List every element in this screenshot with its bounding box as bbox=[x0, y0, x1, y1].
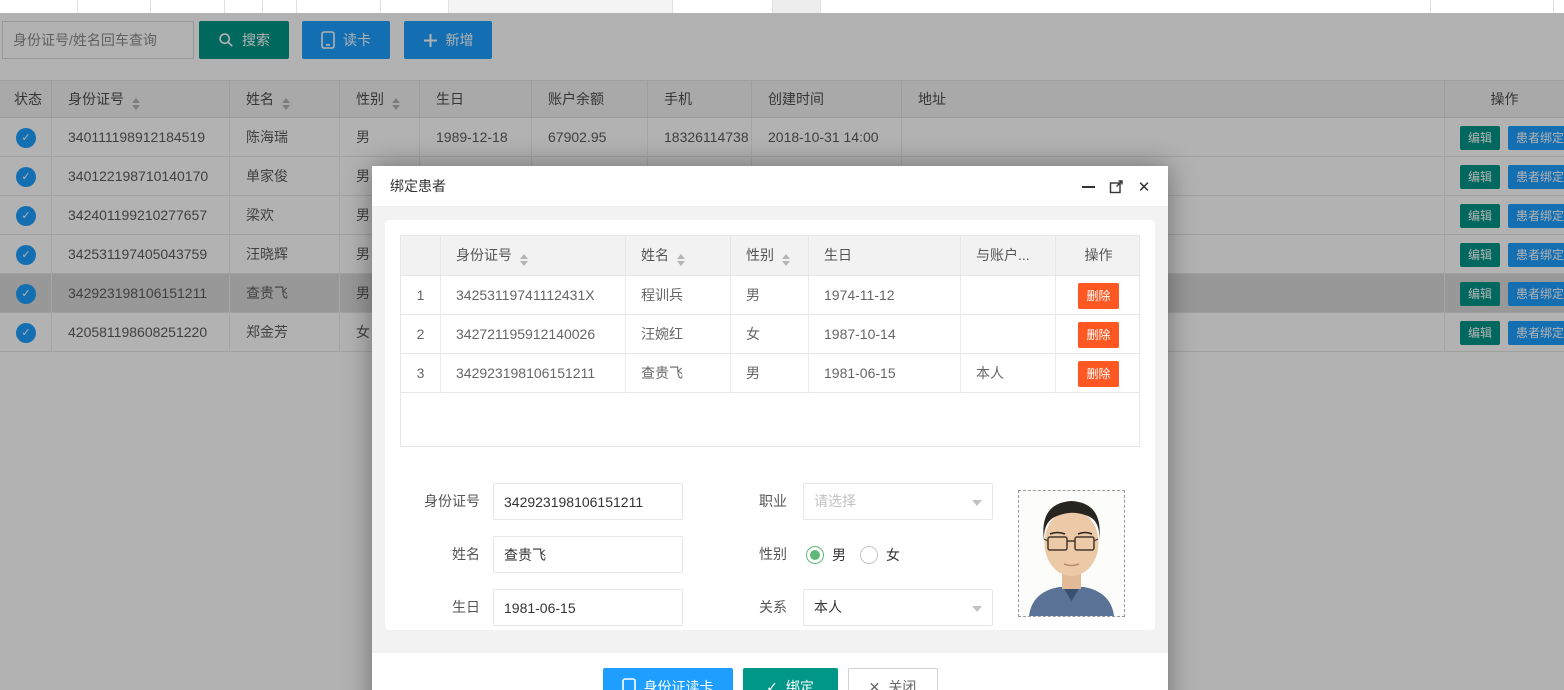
occupation-label: 职业 bbox=[703, 483, 787, 520]
top-tab-strip[interactable] bbox=[0, 0, 1564, 13]
relation-label: 关系 bbox=[703, 589, 787, 626]
occupation-placeholder: 请选择 bbox=[814, 493, 856, 509]
modal-title: 绑定患者 bbox=[390, 166, 446, 207]
cell-index: 3 bbox=[401, 354, 441, 393]
cell-relation: 本人 bbox=[961, 354, 1056, 393]
col-actions: 操作 bbox=[1056, 236, 1141, 276]
cell-gender: 女 bbox=[731, 315, 809, 354]
minimize-icon[interactable] bbox=[1080, 179, 1096, 195]
relation-select[interactable]: 本人 bbox=[803, 589, 993, 626]
close-button[interactable]: ✕ 关闭 bbox=[848, 668, 938, 690]
cell-name: 程训兵 bbox=[626, 276, 731, 315]
name-field[interactable] bbox=[493, 536, 683, 573]
bound-patients-body: 1 34253119741112431X 程训兵 男 1974-11-12 删除… bbox=[401, 276, 1139, 393]
gender-radio-group: 男 女 bbox=[806, 536, 900, 573]
tab-divider bbox=[224, 0, 225, 13]
modal-title-bar[interactable]: 绑定患者 ✕ bbox=[372, 166, 1168, 207]
tab-divider bbox=[772, 0, 773, 13]
close-icon[interactable]: ✕ bbox=[1136, 179, 1152, 195]
cell-name: 查贵飞 bbox=[626, 354, 731, 393]
gender-male-radio[interactable]: 男 bbox=[806, 545, 846, 565]
cell-id-number: 34253119741112431X bbox=[441, 276, 626, 315]
radio-dot-icon bbox=[806, 546, 824, 564]
modal-footer: 身份证读卡 ✓ 绑定 ✕ 关闭 bbox=[372, 653, 1168, 690]
cell-actions: 删除 bbox=[1056, 315, 1141, 354]
delete-button[interactable]: 删除 bbox=[1078, 283, 1118, 309]
cell-relation bbox=[961, 315, 1056, 354]
chevron-down-icon bbox=[972, 606, 982, 612]
cell-relation bbox=[961, 276, 1056, 315]
bind-patient-modal: 绑定患者 ✕ 身份证号 姓名 性别 生日 与账户... 操作 1 342 bbox=[372, 166, 1168, 690]
card-reader-icon bbox=[622, 678, 636, 690]
bound-patients-table: 身份证号 姓名 性别 生日 与账户... 操作 1 34253119741112… bbox=[400, 235, 1140, 447]
sort-icon[interactable] bbox=[677, 254, 685, 266]
sort-icon[interactable] bbox=[782, 254, 790, 266]
cell-index: 1 bbox=[401, 276, 441, 315]
radio-dot-icon bbox=[860, 546, 878, 564]
cell-gender: 男 bbox=[731, 276, 809, 315]
name-label: 姓名 bbox=[385, 536, 480, 573]
gender-female-radio[interactable]: 女 bbox=[860, 545, 900, 565]
patient-photo bbox=[1018, 490, 1125, 617]
cell-id-number: 342923198106151211 bbox=[441, 354, 626, 393]
cell-index: 2 bbox=[401, 315, 441, 354]
delete-button[interactable]: 删除 bbox=[1078, 322, 1118, 348]
check-icon: ✓ bbox=[766, 679, 778, 690]
tab-divider bbox=[820, 0, 821, 13]
gender-label: 性别 bbox=[703, 536, 787, 573]
col-birthday: 生日 bbox=[809, 236, 961, 276]
cell-gender: 男 bbox=[731, 354, 809, 393]
gender-female-label: 女 bbox=[886, 545, 900, 565]
modal-content-card: 身份证号 姓名 性别 生日 与账户... 操作 1 34253119741112… bbox=[385, 220, 1155, 630]
sort-icon[interactable] bbox=[520, 254, 528, 266]
id-card-read-button[interactable]: 身份证读卡 bbox=[603, 668, 733, 690]
bind-label: 绑定 bbox=[786, 677, 814, 690]
cell-birthday: 1974-11-12 bbox=[809, 276, 961, 315]
bound-patient-row[interactable]: 2 342721195912140026 汪婉红 女 1987-10-14 删除 bbox=[401, 315, 1139, 354]
bind-button[interactable]: ✓ 绑定 bbox=[743, 668, 838, 690]
gender-male-label: 男 bbox=[832, 545, 846, 565]
tab-divider bbox=[77, 0, 78, 13]
cell-actions: 删除 bbox=[1056, 276, 1141, 315]
tab-divider bbox=[1430, 0, 1431, 13]
tab-divider bbox=[262, 0, 263, 13]
maximize-icon[interactable] bbox=[1108, 179, 1124, 195]
birthday-label: 生日 bbox=[385, 589, 480, 626]
tab-divider bbox=[1553, 0, 1554, 13]
tab-divider bbox=[150, 0, 151, 13]
tab-divider bbox=[380, 0, 381, 13]
id-number-label: 身份证号 bbox=[385, 483, 480, 520]
tab-divider bbox=[672, 0, 673, 13]
bound-patient-row[interactable]: 1 34253119741112431X 程训兵 男 1974-11-12 删除 bbox=[401, 276, 1139, 315]
cell-id-number: 342721195912140026 bbox=[441, 315, 626, 354]
chevron-down-icon bbox=[972, 500, 982, 506]
tab-divider bbox=[296, 0, 297, 13]
col-index bbox=[401, 236, 441, 276]
col-gender[interactable]: 性别 bbox=[731, 236, 809, 276]
birthday-field[interactable] bbox=[493, 589, 683, 626]
bound-patient-row[interactable]: 3 342923198106151211 查贵飞 男 1981-06-15 本人… bbox=[401, 354, 1139, 393]
id-card-read-label: 身份证读卡 bbox=[644, 677, 714, 690]
cell-actions: 删除 bbox=[1056, 354, 1141, 393]
close-label: 关闭 bbox=[888, 677, 916, 690]
tab-divider bbox=[448, 0, 449, 13]
portrait-image bbox=[1019, 491, 1124, 616]
tab-segment-active[interactable] bbox=[448, 0, 672, 13]
cell-birthday: 1987-10-14 bbox=[809, 315, 961, 354]
col-name[interactable]: 姓名 bbox=[626, 236, 731, 276]
col-id-number[interactable]: 身份证号 bbox=[441, 236, 626, 276]
cell-birthday: 1981-06-15 bbox=[809, 354, 961, 393]
relation-value: 本人 bbox=[814, 599, 842, 615]
delete-button[interactable]: 删除 bbox=[1078, 361, 1118, 387]
bound-patients-header: 身份证号 姓名 性别 生日 与账户... 操作 bbox=[401, 236, 1139, 276]
close-x-icon: ✕ bbox=[869, 679, 881, 690]
col-account-relation: 与账户... bbox=[961, 236, 1056, 276]
tab-segment[interactable] bbox=[772, 0, 820, 13]
occupation-select[interactable]: 请选择 bbox=[803, 483, 993, 520]
cell-name: 汪婉红 bbox=[626, 315, 731, 354]
id-number-field[interactable] bbox=[493, 483, 683, 520]
